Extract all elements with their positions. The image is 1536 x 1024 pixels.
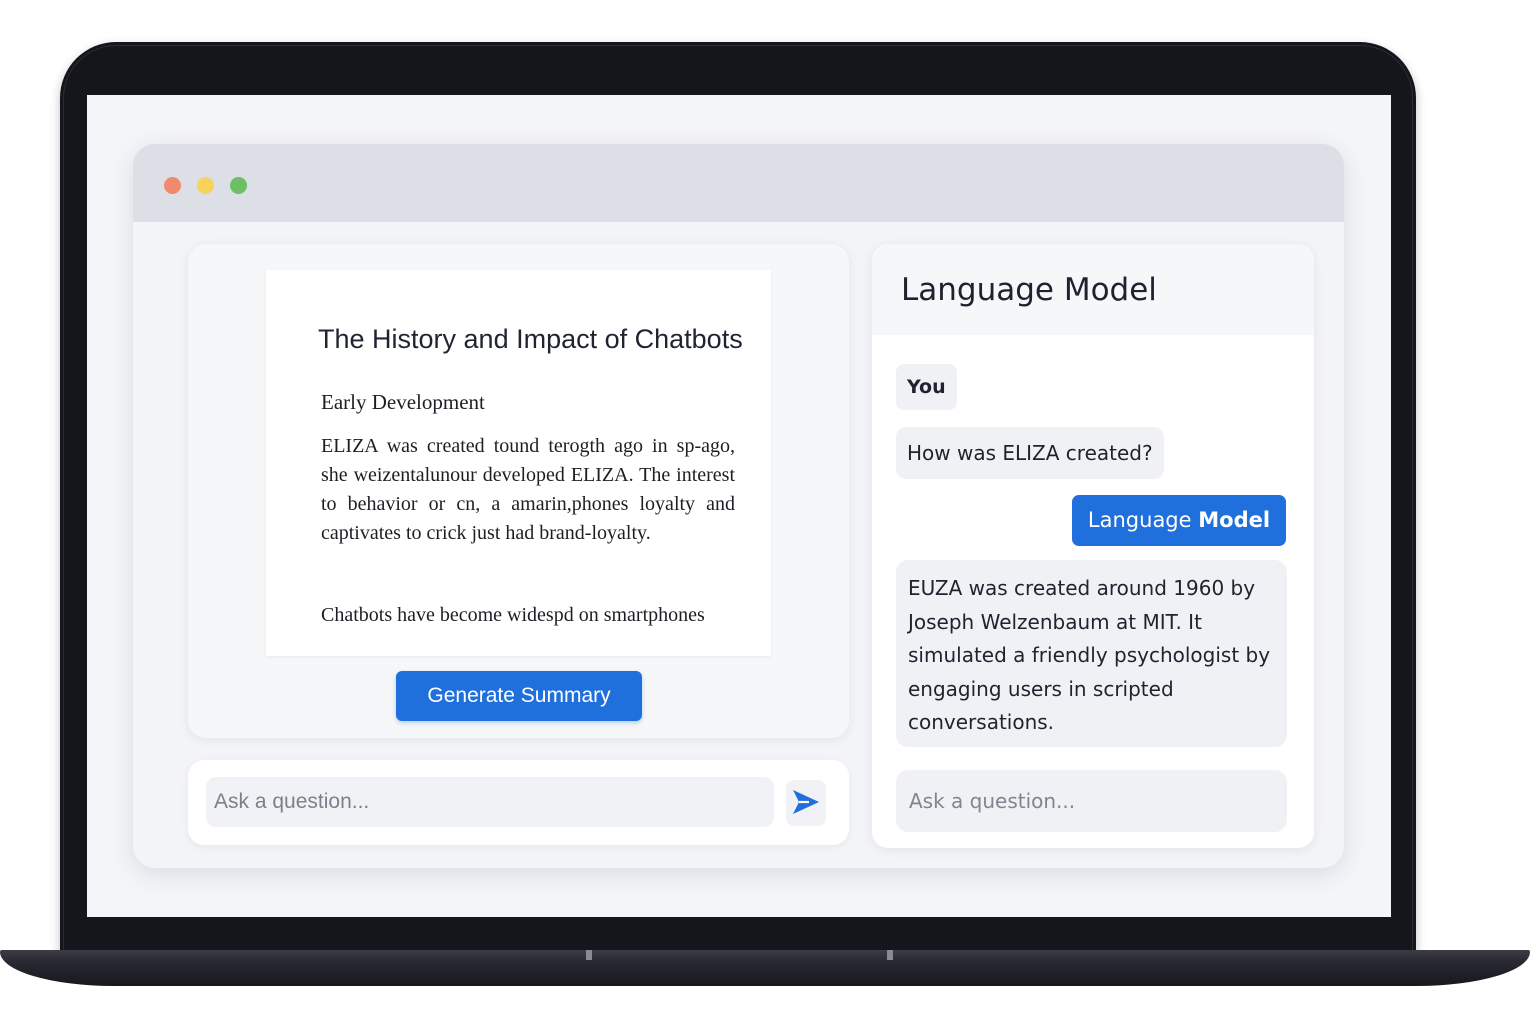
chat-header: Language Model: [872, 244, 1314, 335]
document-page: The History and Impact of Chatbots Early…: [266, 270, 771, 656]
document-paragraph-2: Chatbots have become widespd on smartpho…: [321, 604, 705, 626]
laptop-base: [0, 950, 1530, 986]
model-message: EUZA was created around 1960 by Joseph W…: [896, 560, 1287, 747]
chat-title: Language Model: [901, 272, 1157, 308]
generate-summary-button[interactable]: Generate Summary: [396, 671, 642, 721]
user-message: How was ELIZA created?: [896, 427, 1164, 479]
laptop-screen: The History and Impact of Chatbots Early…: [87, 95, 1391, 917]
laptop-hinge-right: [887, 950, 893, 960]
minimize-window-button[interactable]: [197, 177, 214, 194]
send-button[interactable]: [786, 780, 826, 826]
question-bar: [188, 760, 849, 845]
question-input[interactable]: [206, 777, 774, 827]
model-label-bold: Model: [1198, 508, 1271, 532]
maximize-window-button[interactable]: [230, 177, 247, 194]
laptop-mockup: The History and Impact of Chatbots Early…: [0, 0, 1536, 1024]
laptop-hinge-left: [586, 950, 592, 960]
model-label-regular: Language: [1087, 508, 1192, 532]
close-window-button[interactable]: [164, 177, 181, 194]
document-panel: The History and Impact of Chatbots Early…: [188, 244, 849, 738]
chat-panel: Language Model You How was ELIZA created…: [872, 244, 1314, 848]
model-label-badge: Language Model: [1072, 495, 1286, 546]
chat-input[interactable]: [896, 770, 1287, 832]
document-title: The History and Impact of Chatbots: [318, 324, 743, 354]
send-icon: [791, 788, 821, 819]
sender-label-you: You: [896, 364, 957, 410]
window-titlebar: [133, 144, 1344, 222]
section-heading: Early Development: [321, 390, 485, 414]
app-window: The History and Impact of Chatbots Early…: [133, 144, 1344, 868]
document-paragraph: ELIZA was created tound terogth ago in s…: [321, 435, 735, 544]
